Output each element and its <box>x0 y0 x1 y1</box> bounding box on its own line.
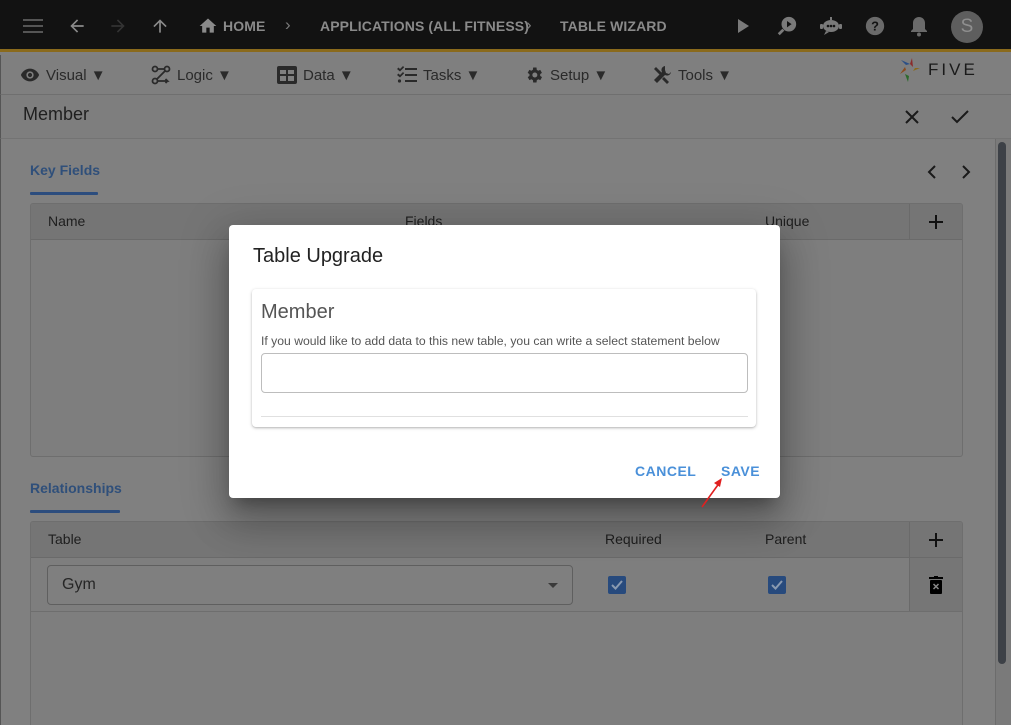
select-statement-input[interactable] <box>261 353 748 393</box>
parent-checkbox[interactable] <box>768 576 786 594</box>
chevron-right-icon <box>962 165 971 179</box>
chevron-left-icon <box>927 165 936 179</box>
menu-data-label: Data ▼ <box>303 66 354 84</box>
table-select[interactable]: Gym <box>47 565 573 605</box>
tab-key-fields[interactable]: Key Fields <box>30 162 100 178</box>
back-arrow-icon[interactable] <box>63 12 91 40</box>
menu-data[interactable]: Data ▼ <box>277 63 354 87</box>
gear-icon <box>524 65 544 85</box>
menu-icon[interactable] <box>19 12 47 40</box>
table-icon <box>277 65 297 85</box>
menu-setup-label: Setup ▼ <box>550 66 609 84</box>
help-icon[interactable]: ? <box>861 12 889 40</box>
card-title: Member <box>261 301 335 323</box>
five-logo-icon <box>900 58 920 82</box>
checklist-icon <box>397 65 417 85</box>
chevron-right-icon: › <box>526 15 532 34</box>
annotation-arrow-icon <box>701 478 722 508</box>
dialog-title: Table Upgrade <box>253 245 384 267</box>
home-icon[interactable] <box>194 12 222 40</box>
relationships-table: Table Required Parent Gym <box>30 521 963 725</box>
trash-icon <box>929 575 943 594</box>
menu-logic[interactable]: Logic ▼ <box>151 63 232 87</box>
next-page-button[interactable] <box>956 161 976 183</box>
delete-relationship-button[interactable] <box>909 558 962 611</box>
card-divider <box>261 416 748 417</box>
column-header-table: Table <box>48 531 82 547</box>
flow-icon <box>151 65 171 85</box>
menu-visual[interactable]: Visual ▼ <box>20 63 106 87</box>
relationships-table-header: Table Required Parent <box>31 522 962 558</box>
required-checkbox[interactable] <box>608 576 626 594</box>
tab-relationships[interactable]: Relationships <box>30 480 122 496</box>
play-icon[interactable] <box>729 12 757 40</box>
tab-relationships-indicator <box>30 510 120 513</box>
bell-icon[interactable] <box>905 12 933 40</box>
plus-icon <box>929 533 943 547</box>
menu-setup[interactable]: Setup ▼ <box>524 63 608 87</box>
search-play-icon[interactable] <box>773 12 801 40</box>
close-button[interactable] <box>898 103 926 131</box>
svg-text:?: ? <box>871 19 879 34</box>
breadcrumb-home[interactable]: HOME <box>223 18 265 34</box>
menu-bar: Visual ▼ Logic ▼ Data ▼ Tasks ▼ Setup ▼ … <box>0 55 1011 95</box>
add-key-field-button[interactable] <box>909 204 962 240</box>
check-icon <box>951 110 969 124</box>
prev-page-button[interactable] <box>922 161 942 183</box>
tools-icon <box>652 65 672 85</box>
checkmark-icon <box>611 580 623 590</box>
tab-key-fields-indicator <box>30 192 98 195</box>
add-relationship-button[interactable] <box>909 522 962 558</box>
relationship-row: Gym <box>31 558 962 612</box>
eye-icon <box>20 65 40 85</box>
table-upgrade-dialog: Table Upgrade Member If you would like t… <box>229 225 780 498</box>
form-header: Member <box>0 95 1011 139</box>
column-header-parent: Parent <box>765 531 807 547</box>
breadcrumb-table-wizard[interactable]: TABLE WIZARD <box>560 18 667 34</box>
checkmark-icon <box>771 580 783 590</box>
dialog-card: Member If you would like to add data to … <box>252 289 756 427</box>
menu-tools-label: Tools ▼ <box>678 66 733 84</box>
menu-tools[interactable]: Tools ▼ <box>652 63 732 87</box>
plus-icon <box>929 215 943 229</box>
dropdown-caret-icon <box>548 583 558 588</box>
save-button[interactable]: SAVE <box>721 463 760 479</box>
menu-tasks[interactable]: Tasks ▼ <box>397 63 480 87</box>
menu-logic-label: Logic ▼ <box>177 66 232 84</box>
confirm-button[interactable] <box>946 103 974 131</box>
close-icon <box>905 110 919 124</box>
column-header-name: Name <box>48 213 86 229</box>
cancel-button[interactable]: CANCEL <box>635 463 696 479</box>
forward-arrow-icon[interactable] <box>104 12 132 40</box>
user-avatar[interactable]: S <box>951 11 983 43</box>
scrollbar-thumb[interactable] <box>998 142 1006 664</box>
card-description: If you would like to add data to this ne… <box>261 334 720 348</box>
column-header-required: Required <box>605 531 662 547</box>
breadcrumb-applications[interactable]: APPLICATIONS (ALL FITNESS) <box>320 18 529 34</box>
table-select-value: Gym <box>62 576 96 593</box>
logo-text: FIVE <box>928 60 978 79</box>
form-title: Member <box>23 104 90 124</box>
menu-tasks-label: Tasks ▼ <box>423 66 481 84</box>
five-logo: FIVE <box>898 57 990 83</box>
menu-visual-label: Visual ▼ <box>46 66 106 84</box>
chevron-right-icon: › <box>285 15 291 34</box>
chatbot-icon[interactable] <box>817 12 845 40</box>
top-app-bar: HOME › APPLICATIONS (ALL FITNESS) › TABL… <box>0 0 1011 52</box>
up-arrow-icon[interactable] <box>146 12 174 40</box>
